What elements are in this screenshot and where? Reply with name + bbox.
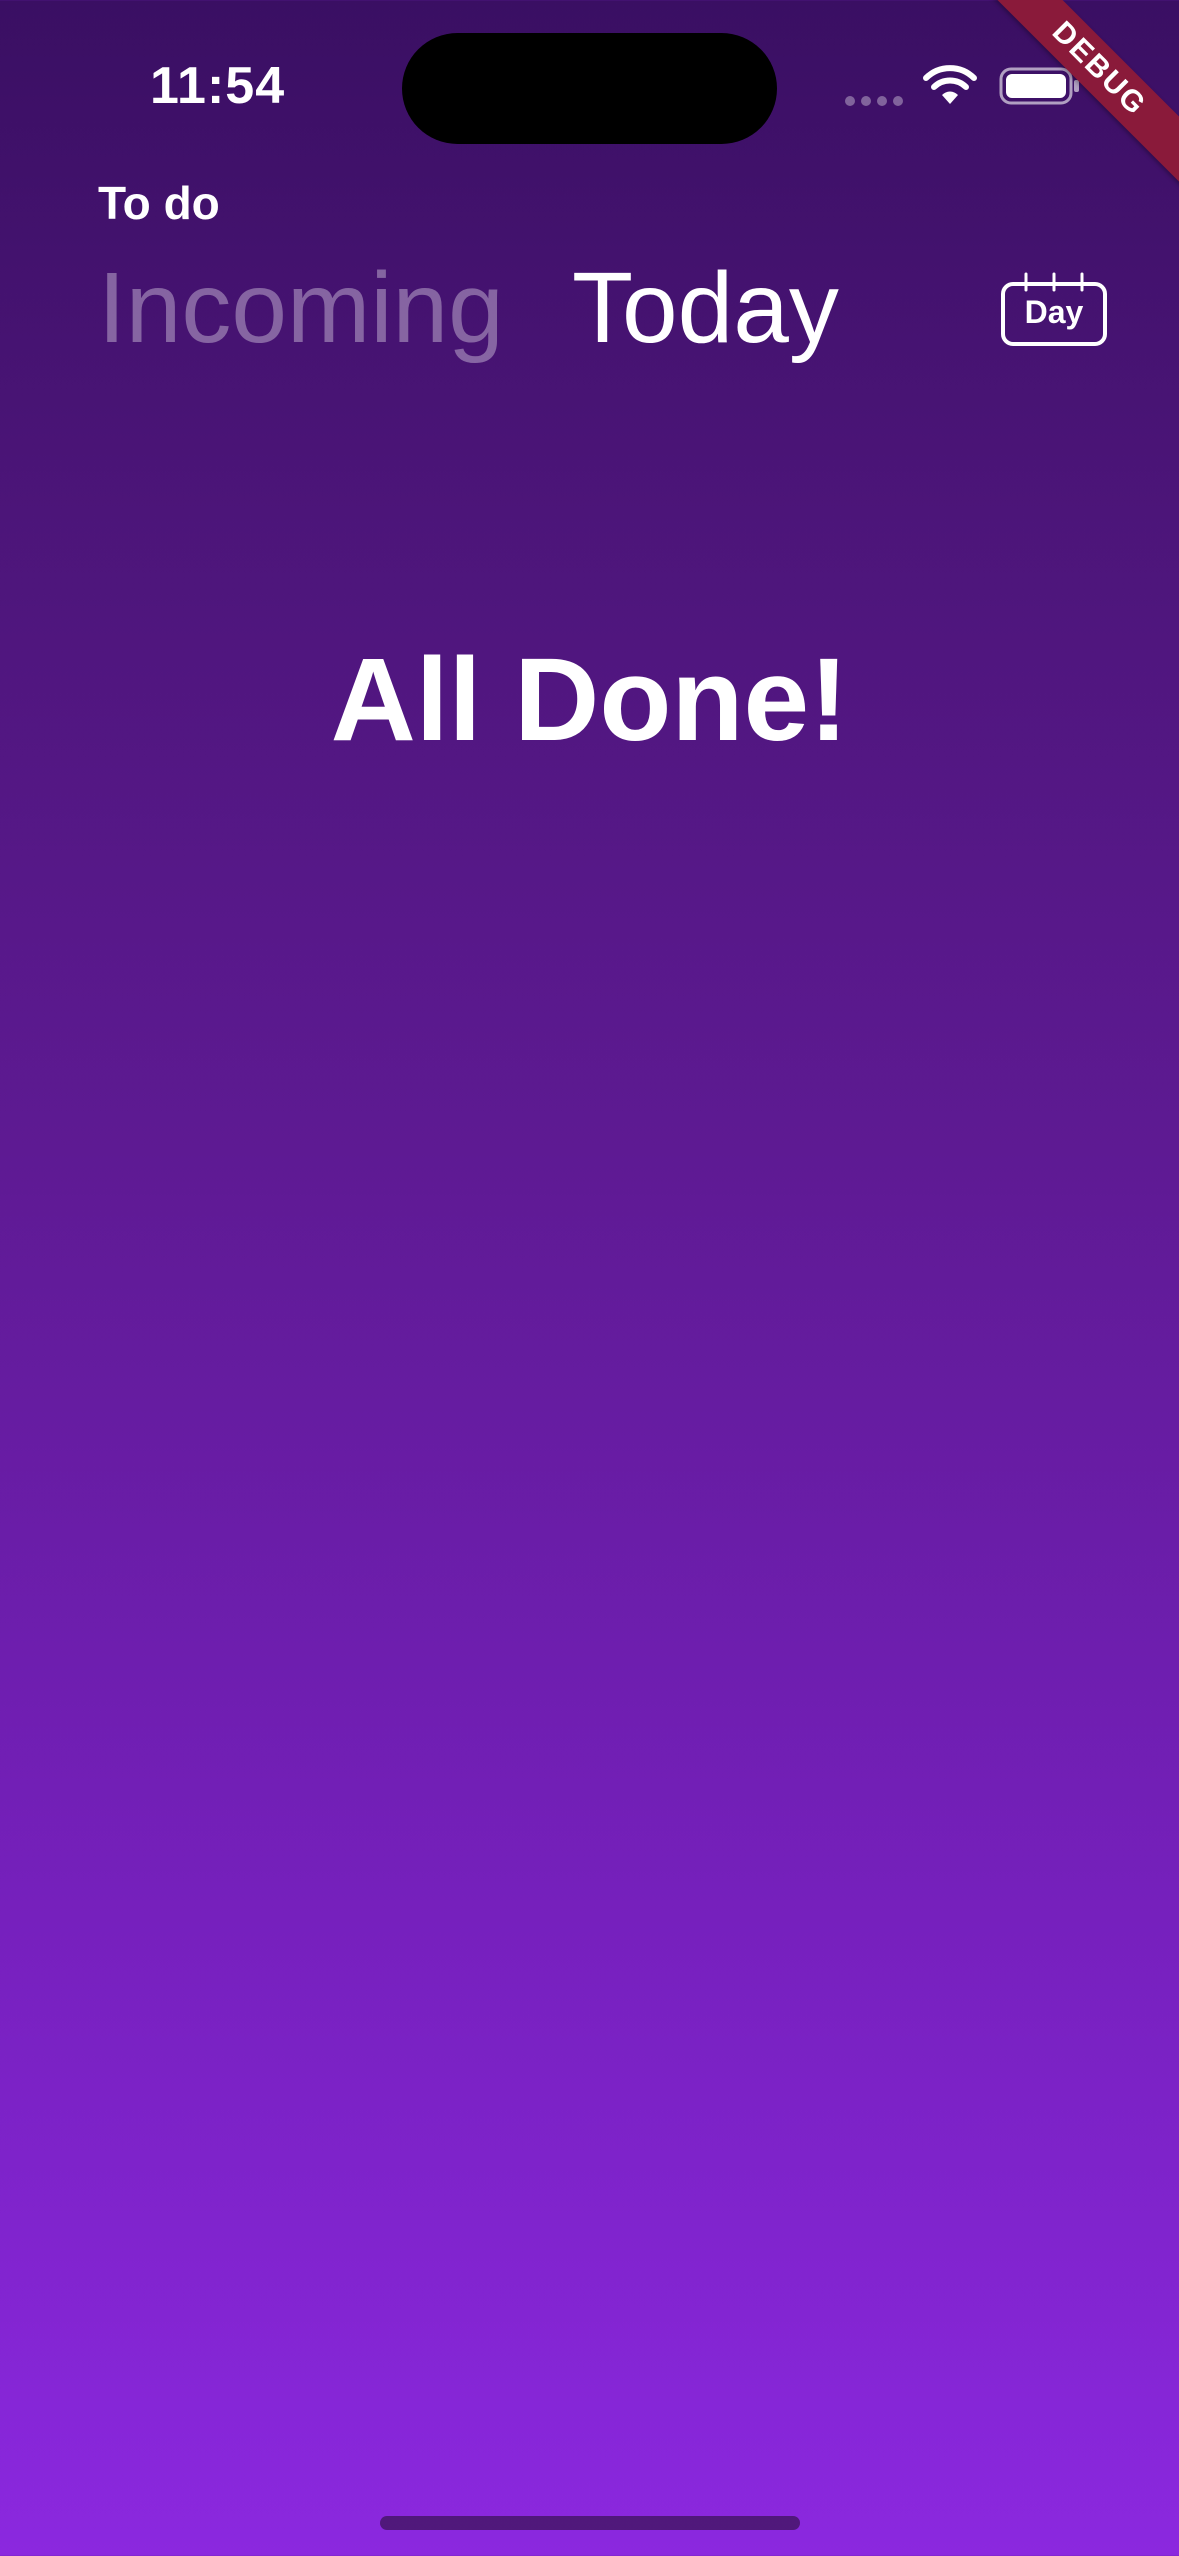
empty-state-message: All Done! xyxy=(330,634,849,766)
day-button-label: Day xyxy=(1024,294,1084,330)
home-indicator[interactable] xyxy=(380,2516,800,2530)
status-bar: 11:54 xyxy=(0,0,1179,180)
tab-incoming[interactable]: Incoming xyxy=(98,248,504,368)
day-view-button[interactable]: Day xyxy=(1000,272,1108,348)
cellular-signal-icon xyxy=(845,96,903,106)
tab-today[interactable]: Today xyxy=(572,248,839,368)
page-subtitle: To do xyxy=(98,177,220,229)
dynamic-island xyxy=(402,33,777,144)
wifi-icon xyxy=(923,65,977,104)
status-time: 11:54 xyxy=(150,57,286,115)
